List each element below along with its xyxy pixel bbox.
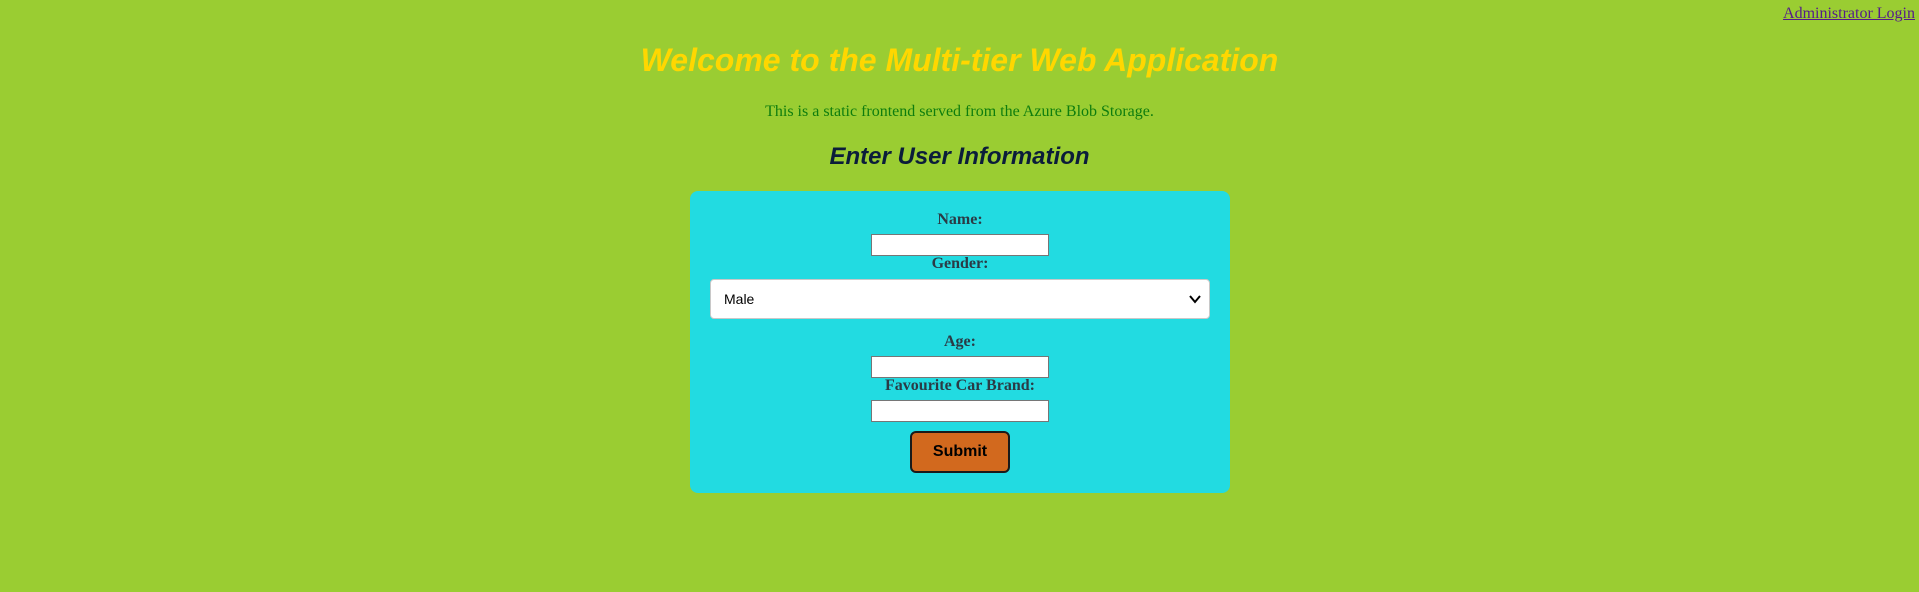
chevron-down-icon <box>1189 295 1201 304</box>
submit-button[interactable]: Submit <box>910 431 1010 473</box>
name-label: Name: <box>937 211 983 228</box>
car-brand-label: Favourite Car Brand: <box>885 377 1035 394</box>
name-input[interactable] <box>871 234 1049 256</box>
car-brand-input[interactable] <box>871 400 1049 422</box>
age-label: Age: <box>944 333 976 350</box>
admin-login-link[interactable]: Administrator Login <box>1783 5 1915 23</box>
page: Administrator Login Welcome to the Multi… <box>0 0 1919 592</box>
gender-select[interactable]: Male <box>710 279 1210 319</box>
gender-selected-value: Male <box>724 291 755 307</box>
gender-label: Gender: <box>931 255 989 272</box>
page-subtitle: This is a static frontend served from th… <box>765 103 1154 120</box>
user-info-form: Name: Gender: Male Age: Favourite Car Br… <box>690 191 1230 493</box>
form-heading: Enter User Information <box>829 143 1090 170</box>
page-title: Welcome to the Multi-tier Web Applicatio… <box>640 42 1279 78</box>
age-input[interactable] <box>871 356 1049 378</box>
